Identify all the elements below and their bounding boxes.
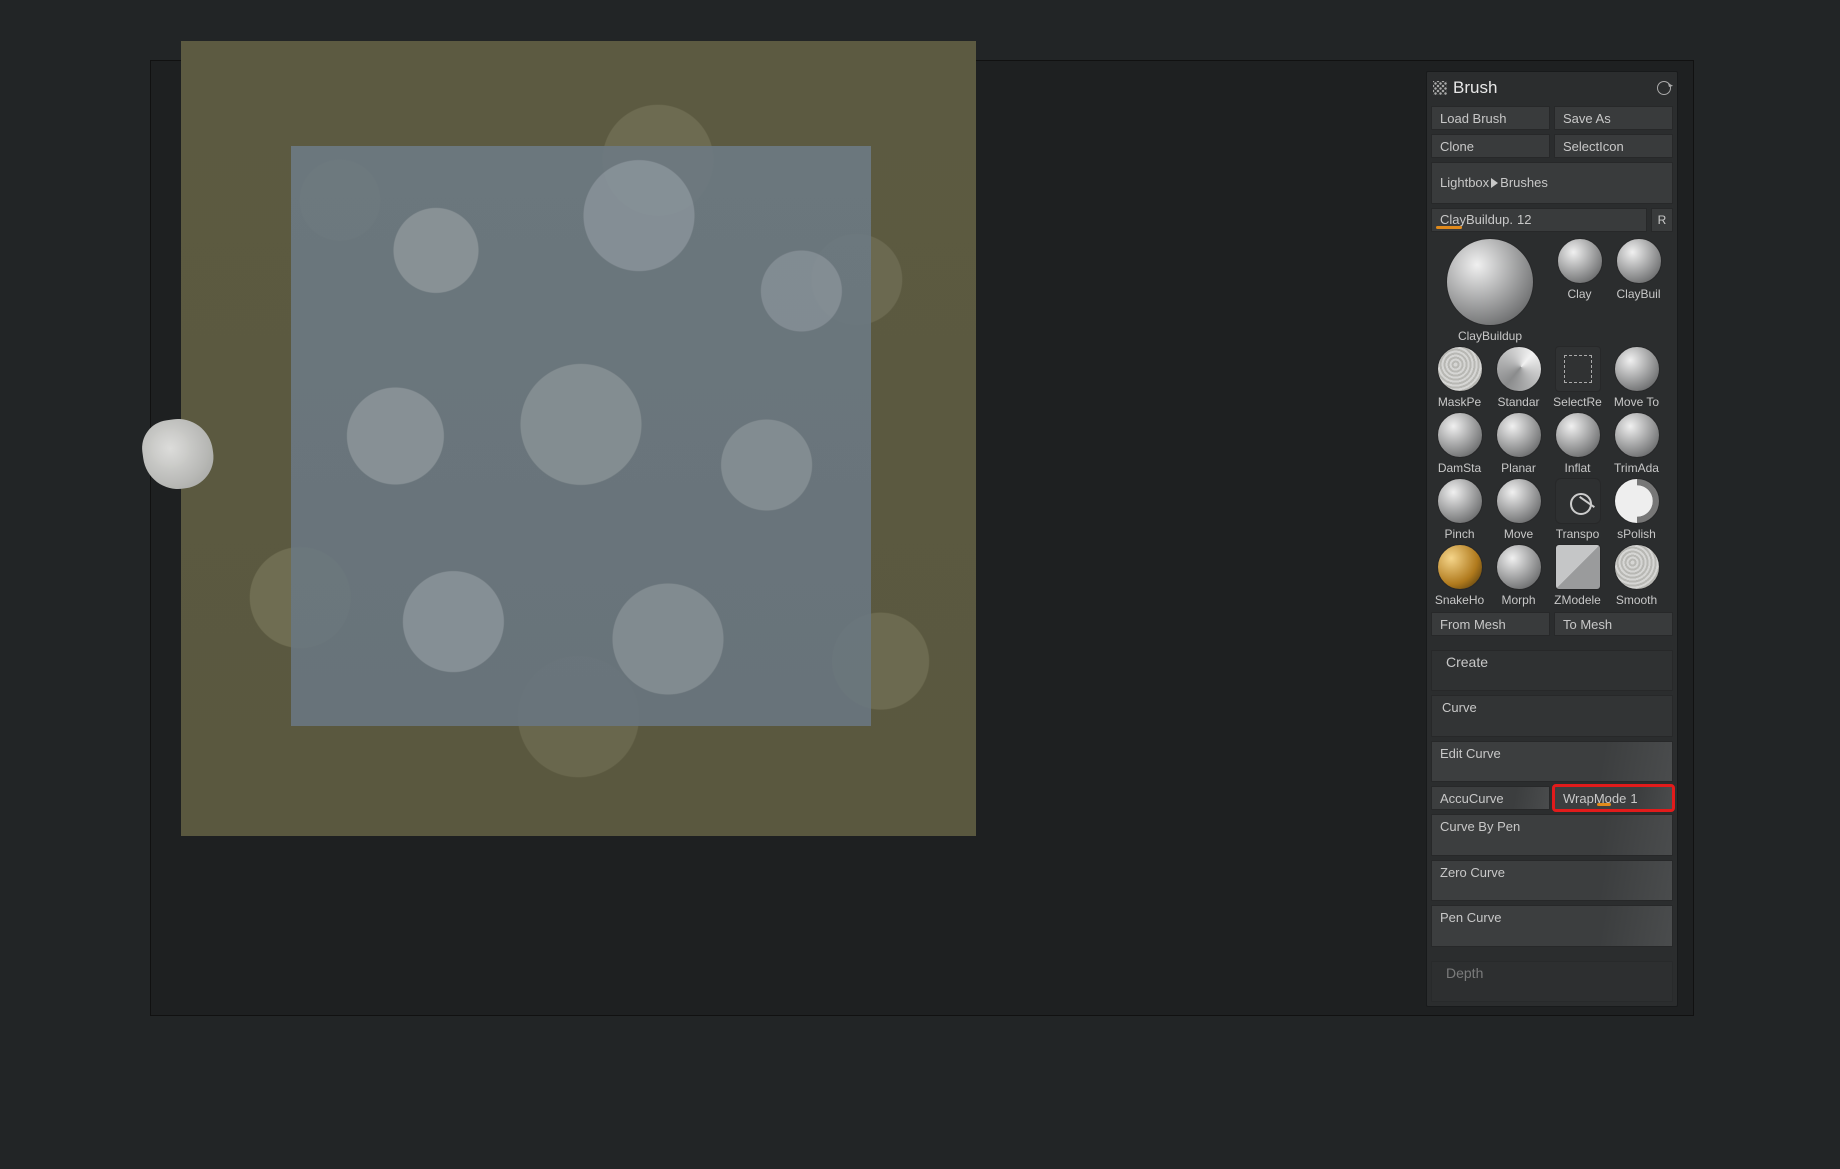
to-mesh-button[interactable]: To Mesh: [1554, 612, 1673, 636]
brush-damsta[interactable]: DamSta: [1431, 412, 1488, 476]
brush-thumb-icon: [1496, 346, 1542, 392]
subsection-curve[interactable]: Curve: [1431, 695, 1673, 737]
brush-label: Planar: [1490, 461, 1547, 476]
brush-label: ClayBuildup: [1431, 329, 1549, 344]
brush-planar[interactable]: Planar: [1490, 412, 1547, 476]
edge-rock: [138, 414, 217, 493]
brush-thumb-icon: [1555, 544, 1601, 590]
accu-curve-button[interactable]: AccuCurve: [1431, 786, 1550, 810]
select-icon-button[interactable]: SelectIcon: [1554, 134, 1673, 158]
brush-snakeho[interactable]: SnakeHo: [1431, 544, 1488, 608]
brush-thumb-icon: [1555, 478, 1601, 524]
brush-label: Smooth: [1608, 593, 1665, 608]
brush-thumb-icon: [1557, 238, 1603, 284]
brush-thumb-icon: [1555, 412, 1601, 458]
tile-active-region: [291, 146, 871, 726]
save-as-button[interactable]: Save As: [1554, 106, 1673, 130]
brush-label: Move: [1490, 527, 1547, 542]
brush-spolish[interactable]: sPolish: [1608, 478, 1665, 542]
brush-standar[interactable]: Standar: [1490, 346, 1547, 410]
brush-thumb-icon: [1496, 412, 1542, 458]
slider-value: 12: [1517, 212, 1531, 227]
brush-thumb-icon: [1446, 238, 1534, 326]
panel-title: Brush: [1453, 78, 1497, 98]
brush-thumb-icon: [1555, 346, 1601, 392]
lightbox-brushes-button[interactable]: Lightbox Brushes: [1431, 162, 1673, 204]
brush-label: DamSta: [1431, 461, 1488, 476]
brush-move to[interactable]: Move To: [1608, 346, 1665, 410]
wrap-mode-label: WrapMode: [1563, 791, 1626, 806]
brush-label: Transpo: [1549, 527, 1606, 542]
sculpt-canvas[interactable]: [181, 41, 976, 836]
brush-transpo[interactable]: Transpo: [1549, 478, 1606, 542]
from-mesh-button[interactable]: From Mesh: [1431, 612, 1550, 636]
brush-selectre[interactable]: SelectRe: [1549, 346, 1606, 410]
brush-thumb-icon: [1496, 544, 1542, 590]
panel-header[interactable]: Brush: [1431, 76, 1673, 102]
brush-maskpe[interactable]: MaskPe: [1431, 346, 1488, 410]
brush-panel: Brush Load Brush Save As Clone SelectIco…: [1426, 71, 1678, 1007]
brush-label: SnakeHo: [1431, 593, 1488, 608]
brush-thumb-icon: [1496, 478, 1542, 524]
brush-claybuil[interactable]: ClayBuil: [1610, 238, 1667, 344]
brush-move[interactable]: Move: [1490, 478, 1547, 542]
brush-label: Standar: [1490, 395, 1547, 410]
reset-icon[interactable]: [1657, 81, 1671, 95]
brush-morph[interactable]: Morph: [1490, 544, 1547, 608]
brush-label: Pinch: [1431, 527, 1488, 542]
brush-thumb-icon: [1616, 238, 1662, 284]
load-brush-button[interactable]: Load Brush: [1431, 106, 1550, 130]
play-arrow-icon: [1491, 178, 1498, 188]
section-create[interactable]: Create: [1431, 650, 1673, 692]
brush-pinch[interactable]: Pinch: [1431, 478, 1488, 542]
brush-grid: ClayBuildup ClayClayBuil MaskPeStandarSele…: [1431, 236, 1673, 608]
brush-claybuildup[interactable]: ClayBuildup: [1431, 238, 1549, 344]
slider-label: ClayBuildup.: [1440, 212, 1513, 227]
drag-grip-icon[interactable]: [1433, 81, 1447, 95]
brush-thumb-icon: [1437, 478, 1483, 524]
brush-label: Inflat: [1549, 461, 1606, 476]
section-depth[interactable]: Depth: [1431, 961, 1673, 1003]
brush-thumb-icon: [1614, 412, 1660, 458]
r-toggle-button[interactable]: R: [1651, 208, 1673, 232]
app-frame: Brush Load Brush Save As Clone SelectIco…: [150, 60, 1694, 1016]
brush-label: MaskPe: [1431, 395, 1488, 410]
brush-main-slider[interactable]: ClayBuildup. 12: [1431, 208, 1647, 232]
brush-inflat[interactable]: Inflat: [1549, 412, 1606, 476]
brush-thumb-icon: [1437, 412, 1483, 458]
slider-fill: [1436, 226, 1462, 229]
wrap-mode-fill: [1597, 803, 1611, 806]
brush-thumb-icon: [1614, 544, 1660, 590]
brush-label: TrimAda: [1608, 461, 1665, 476]
curve-by-pen-button[interactable]: Curve By Pen: [1431, 814, 1673, 856]
brush-label: Morph: [1490, 593, 1547, 608]
brush-thumb-icon: [1437, 346, 1483, 392]
brush-clay[interactable]: Clay: [1551, 238, 1608, 344]
brush-label: Clay: [1551, 287, 1608, 302]
brush-zmodele[interactable]: ZModele: [1549, 544, 1606, 608]
pen-curve-button[interactable]: Pen Curve: [1431, 905, 1673, 947]
brush-trimada[interactable]: TrimAda: [1608, 412, 1665, 476]
brush-label: ClayBuil: [1610, 287, 1667, 302]
brush-label: ZModele: [1549, 593, 1606, 608]
brush-label: SelectRe: [1549, 395, 1606, 410]
brush-thumb-icon: [1614, 346, 1660, 392]
brush-thumb-icon: [1437, 544, 1483, 590]
lightbox-label-suffix: Brushes: [1500, 175, 1548, 190]
clone-button[interactable]: Clone: [1431, 134, 1550, 158]
brush-smooth[interactable]: Smooth: [1608, 544, 1665, 608]
wrap-mode-value: 1: [1630, 791, 1637, 806]
edit-curve-button[interactable]: Edit Curve: [1431, 741, 1673, 783]
brush-label: Move To: [1608, 395, 1665, 410]
zero-curve-button[interactable]: Zero Curve: [1431, 860, 1673, 902]
brush-label: sPolish: [1608, 527, 1665, 542]
brush-thumb-icon: [1614, 478, 1660, 524]
wrap-mode-slider[interactable]: WrapMode 1: [1554, 786, 1673, 810]
lightbox-label-prefix: Lightbox: [1440, 175, 1489, 190]
